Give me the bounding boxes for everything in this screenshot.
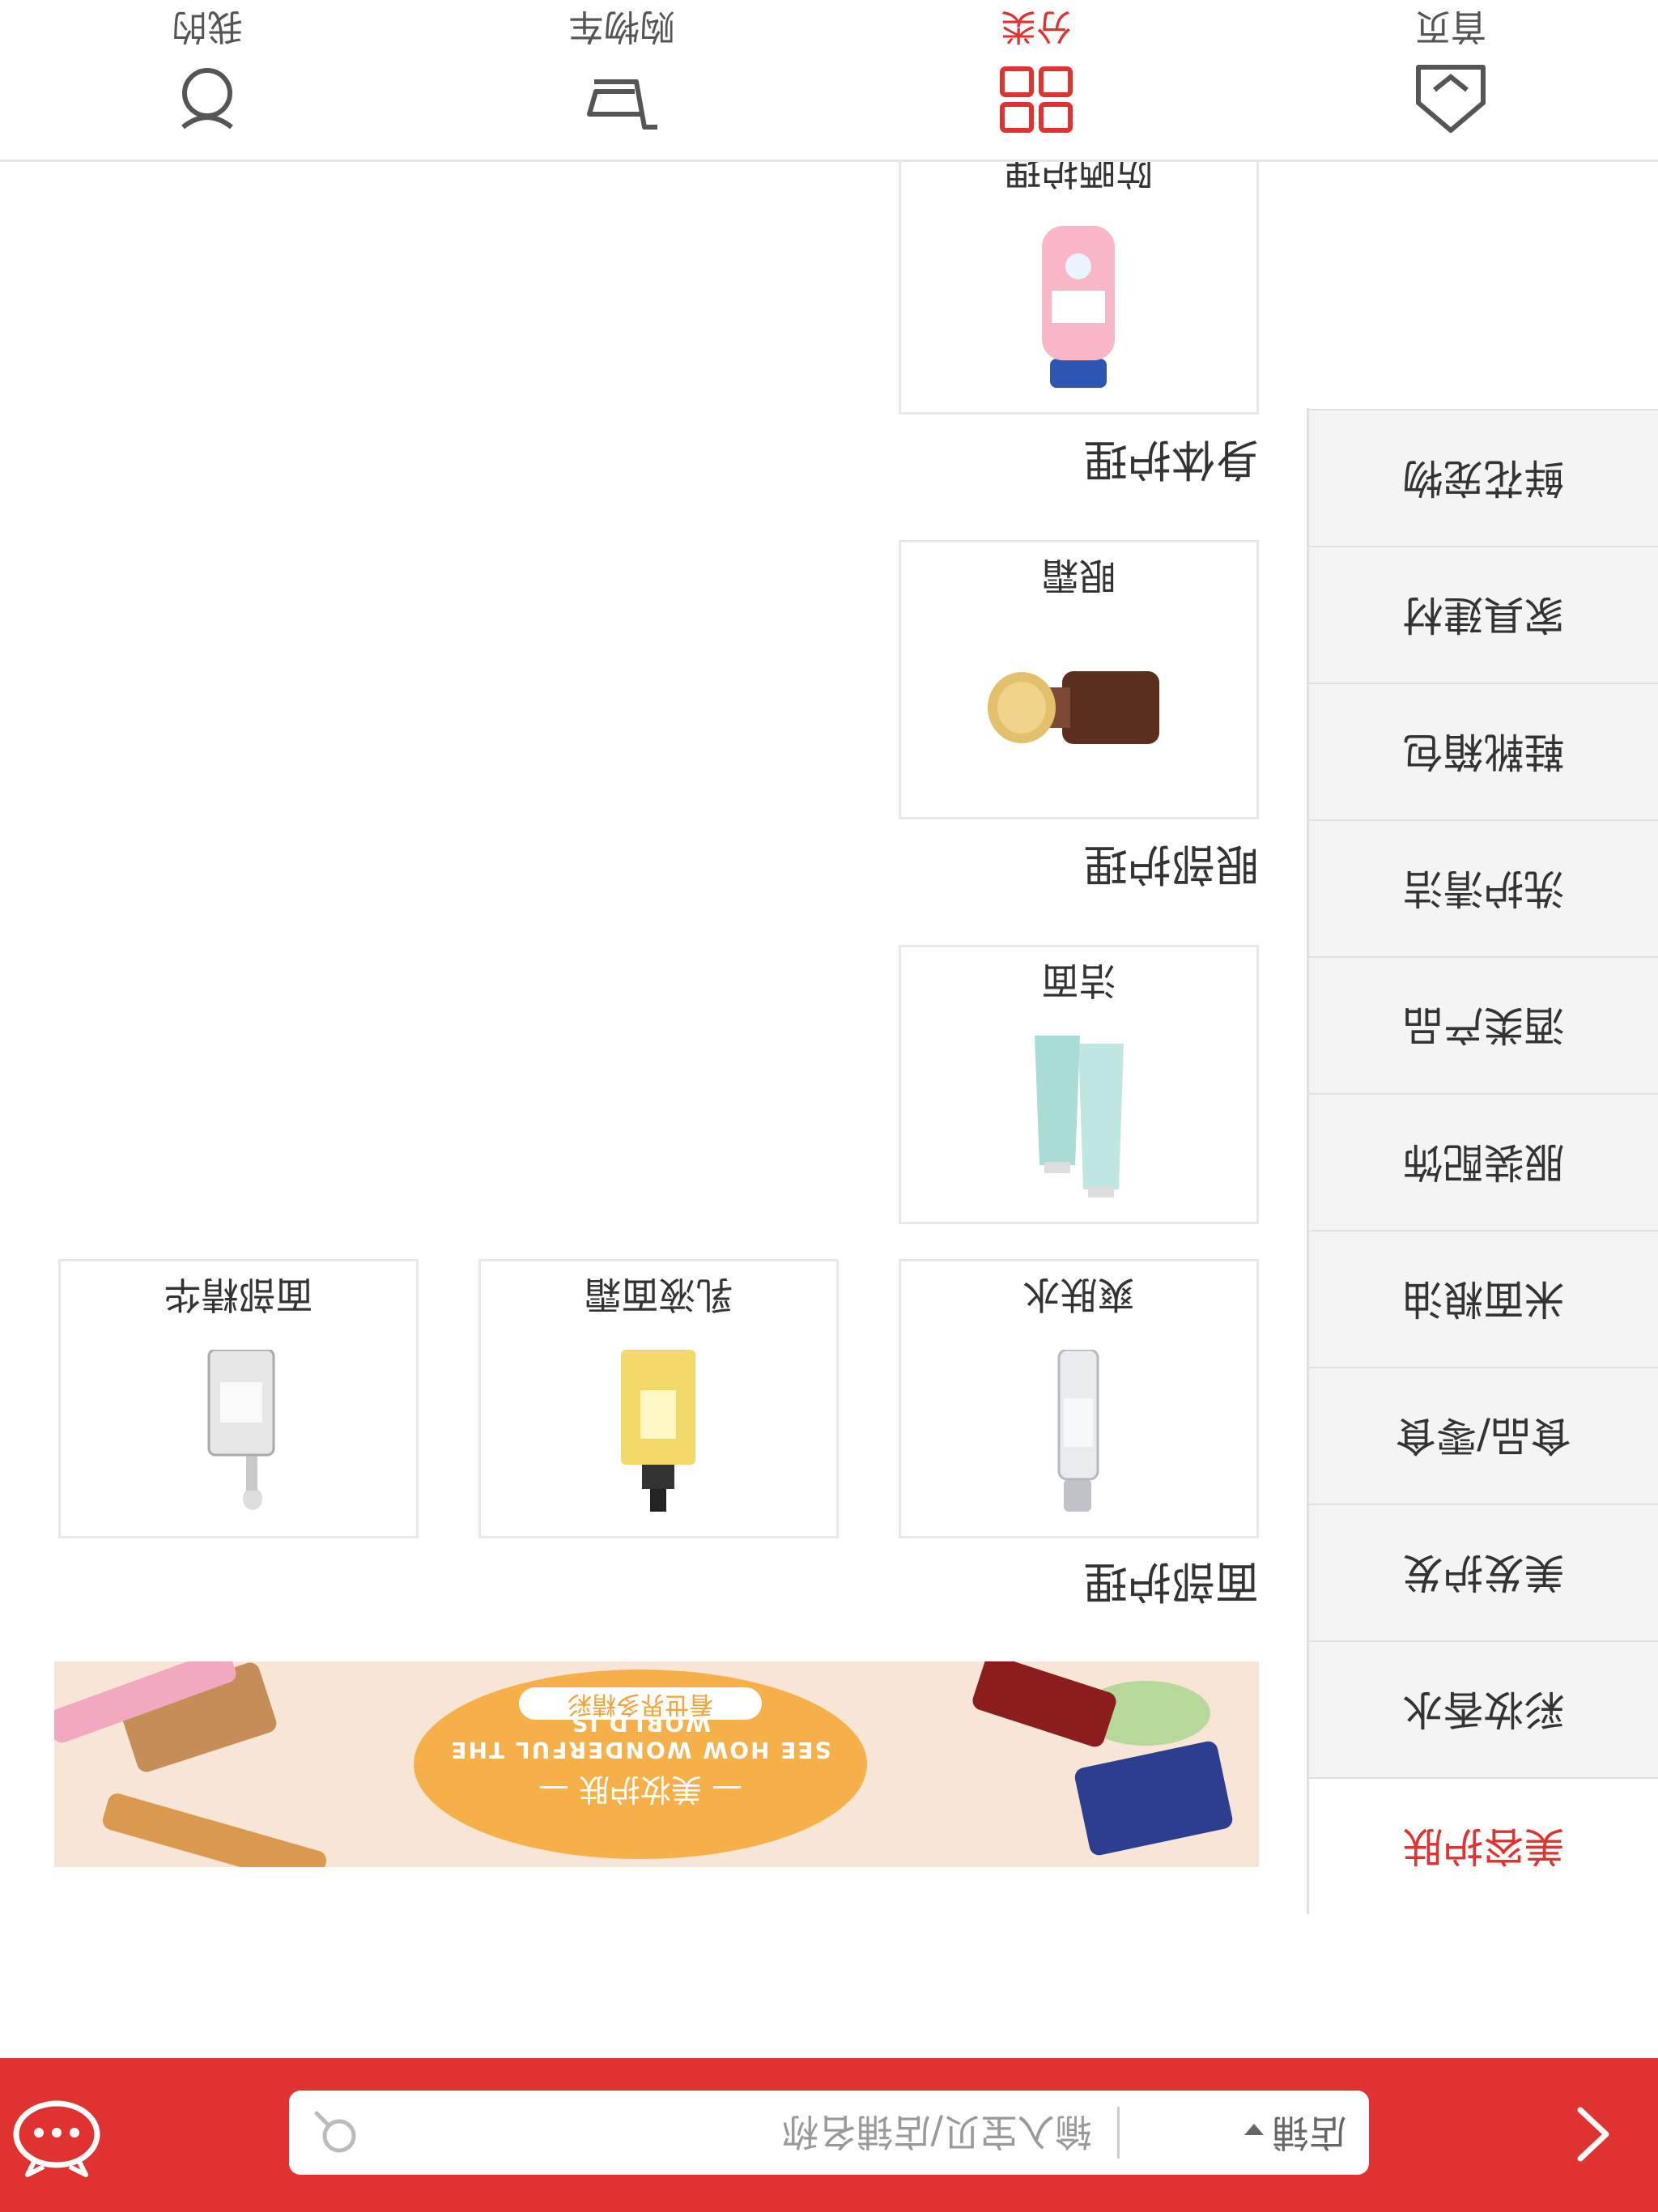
category-icon: [1000, 66, 1073, 133]
category-card-sunscreen[interactable]: 防晒护理: [899, 135, 1259, 415]
section-title-eye-care: 眼部护理: [1084, 839, 1259, 890]
bottom-tab-bar: 首页 分类 购物车 我的: [0, 0, 1658, 162]
section-title-face-care: 面部护理: [1084, 1556, 1259, 1607]
sidebar-item-grain-oil[interactable]: 米面粮油: [1309, 1230, 1658, 1367]
category-label: 眼霜: [1041, 554, 1116, 598]
category-label: 爽肤水: [1022, 1273, 1135, 1317]
search-header: 店铺: [0, 2058, 1658, 2212]
back-button[interactable]: [1528, 2058, 1658, 2212]
category-sidebar: 美容护肤 彩妆香水 美发护发 食品/零食 米面粮油 服装配饰 酒类产品 洗护清洁…: [1307, 408, 1658, 1914]
tab-label: 我的: [172, 6, 243, 47]
app-screen: 店铺 美容护肤 彩妆香水 美发护发 食品/零食 米面粮油 服: [0, 0, 1658, 2212]
sidebar-item-makeup-perfume[interactable]: 彩妆香水: [1309, 1640, 1658, 1777]
category-card-toner[interactable]: 爽肤水: [899, 1259, 1259, 1538]
banner-title: — 美妆护肤 —: [538, 1772, 743, 1807]
banner-badge: — 美妆护肤 — SEE HOW WONDERFUL THE WORLD IS …: [414, 1670, 867, 1859]
divider: [1117, 2107, 1120, 2159]
chat-icon: [13, 2100, 100, 2177]
sunscreen-bottle-image: [901, 226, 1256, 388]
tab-cart[interactable]: 购物车: [414, 0, 829, 160]
search-scope-dropdown[interactable]: 店铺: [1244, 2091, 1346, 2175]
message-button[interactable]: [0, 2058, 136, 2212]
tab-home[interactable]: 首页: [1244, 0, 1658, 160]
search-scope-label: 店铺: [1272, 2111, 1346, 2155]
category-card-cleanser[interactable]: 洁面: [899, 945, 1259, 1224]
sidebar-item-liquor[interactable]: 酒类产品: [1309, 956, 1658, 1093]
search-box[interactable]: 店铺: [289, 2089, 1369, 2175]
sidebar-item-furniture[interactable]: 家具建材: [1309, 546, 1658, 683]
category-card-eye-cream[interactable]: 眼霜: [899, 540, 1259, 819]
sidebar-item-beauty-skincare[interactable]: 美容护肤: [1309, 1777, 1658, 1914]
sidebar-item-food-snacks[interactable]: 食品/零食: [1309, 1367, 1658, 1504]
toner-bottle-image: [901, 1350, 1256, 1512]
mask-pack-image: [1073, 1739, 1235, 1857]
tab-category[interactable]: 分类: [829, 0, 1244, 160]
cart-icon: [587, 79, 657, 130]
category-label: 面部精华: [164, 1273, 313, 1317]
promo-banner[interactable]: — 美妆护肤 — SEE HOW WONDERFUL THE WORLD IS …: [54, 1661, 1259, 1867]
caret-down-icon: [1244, 2124, 1264, 2136]
search-icon[interactable]: [312, 2108, 360, 2157]
chevron-left-icon: [1577, 2107, 1609, 2162]
cleanser-tubes-image: [901, 1036, 1256, 1197]
sidebar-item-flowers-pets[interactable]: 鲜花宠物: [1309, 409, 1658, 546]
section-title-body-care: 身体护理: [1084, 434, 1259, 485]
gold-tube-image: [100, 1791, 329, 1867]
sidebar-item-apparel[interactable]: 服装配饰: [1309, 1093, 1658, 1230]
category-card-lotion-cream[interactable]: 乳液面霜: [478, 1259, 839, 1538]
tab-label: 首页: [1415, 6, 1486, 47]
serum-bottle-image: [970, 1661, 1119, 1750]
sidebar-item-hair-care[interactable]: 美发护发: [1309, 1504, 1658, 1640]
category-label: 乳液面霜: [584, 1273, 733, 1317]
user-icon: [181, 68, 233, 130]
sidebar-item-cleaning[interactable]: 洗护清洁: [1309, 819, 1658, 956]
tab-label: 购物车: [568, 6, 675, 47]
serum-dropper-image: [61, 1350, 416, 1512]
banner-tag: 看世界多精彩: [519, 1687, 762, 1720]
category-label: 洁面: [1041, 959, 1116, 1002]
category-card-face-serum[interactable]: 面部精华: [58, 1259, 419, 1538]
search-input[interactable]: [378, 2089, 1094, 2175]
home-icon: [1416, 65, 1486, 133]
sidebar-item-shoes-bags[interactable]: 鞋靴箱包: [1309, 683, 1658, 819]
tab-label: 分类: [1001, 6, 1072, 47]
tab-profile[interactable]: 我的: [0, 0, 414, 160]
eye-cream-jar-image: [901, 631, 1256, 793]
lotion-pump-image: [481, 1350, 836, 1512]
